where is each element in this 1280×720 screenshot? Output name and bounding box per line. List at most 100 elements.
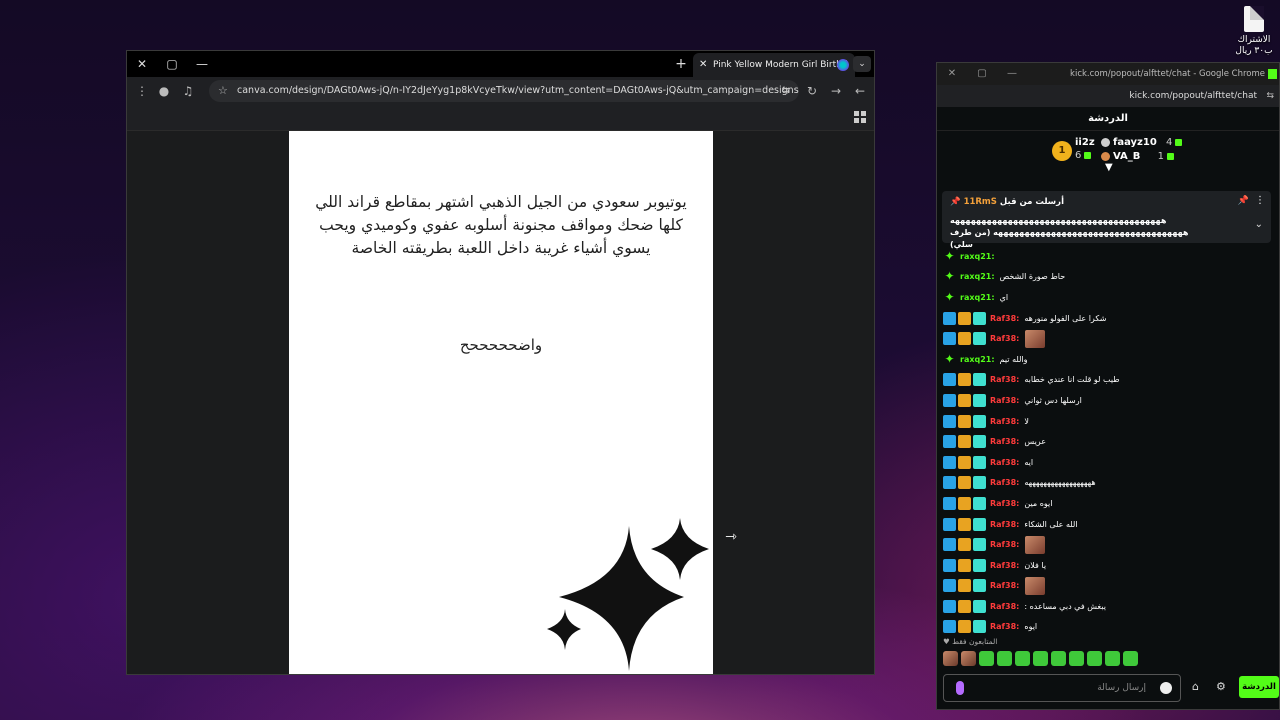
chat-text: ايه	[1024, 457, 1034, 467]
chat-username[interactable]: Raf38:	[990, 622, 1019, 631]
chat-message[interactable]: Raf38: ههههههههههههههههههه	[943, 473, 1273, 494]
tab-search-icon[interactable]: ⌄	[853, 56, 871, 72]
unpin-icon[interactable]: 📌	[1238, 196, 1249, 206]
emote-icon[interactable]	[997, 651, 1012, 666]
back-icon[interactable]: ←	[851, 77, 869, 105]
rank-badge: 1	[1052, 141, 1072, 161]
more-options-icon[interactable]: ⋮	[1255, 195, 1265, 206]
chat-message[interactable]: ✦ raxq21: اي	[943, 287, 1273, 308]
kick-url[interactable]: kick.com/popout/alfttet/chat	[1129, 85, 1257, 107]
emote-icon[interactable]	[1015, 651, 1030, 666]
subscriber-badge-icon	[973, 414, 986, 428]
emote-icon[interactable]	[1105, 651, 1120, 666]
maximize-icon[interactable]: ▢	[157, 51, 187, 77]
collapse-leaderboard-icon[interactable]: ▼	[1105, 162, 1113, 173]
leaderboard-entry[interactable]: ii2z	[1075, 137, 1095, 148]
tab-close-icon[interactable]: ✕	[699, 53, 707, 77]
emoji-picker-icon[interactable]	[1160, 682, 1172, 694]
forward-icon[interactable]: →	[827, 77, 845, 105]
chat-username[interactable]: Raf38:	[990, 458, 1019, 467]
chat-username[interactable]: Raf38:	[990, 396, 1019, 405]
kick-logo-icon	[1268, 69, 1277, 79]
reload-icon[interactable]: ↻	[803, 77, 821, 105]
chat-message[interactable]: ✦ raxq21: حاط صورة الشخص	[943, 267, 1273, 288]
kebab-menu-icon[interactable]: ⋮	[133, 77, 151, 105]
leaderboard-entry[interactable]: faayz10 4	[1101, 137, 1183, 148]
gear-icon[interactable]: ⚙	[1216, 680, 1226, 693]
chat-message[interactable]: Raf38: يا فلان	[943, 555, 1273, 576]
close-window-icon[interactable]: ✕	[127, 51, 157, 77]
chat-message[interactable]: Raf38: طيب لو قلت انا عندي خطابه	[943, 370, 1273, 391]
emote-icon[interactable]	[1123, 651, 1138, 666]
new-tab-icon[interactable]: +	[673, 51, 689, 77]
send-chat-button[interactable]: الدردشة	[1239, 676, 1279, 698]
emote-icon[interactable]	[943, 651, 958, 666]
moderator-badge-icon	[943, 455, 956, 469]
crown-badge-icon	[958, 620, 971, 634]
chat-message[interactable]: Raf38: شكرا على الفولو منورهه	[943, 308, 1273, 329]
chat-username[interactable]: Raf38:	[990, 314, 1019, 323]
emote-icon[interactable]	[961, 651, 976, 666]
chat-username[interactable]: raxq21:	[960, 293, 995, 302]
chat-username[interactable]: Raf38:	[990, 478, 1019, 487]
emote-icon[interactable]	[1051, 651, 1066, 666]
chat-message[interactable]: Raf38:	[943, 328, 1273, 349]
chat-username[interactable]: raxq21:	[960, 272, 995, 281]
chat-username[interactable]: Raf38:	[990, 417, 1019, 426]
desktop-file-icon[interactable]: الاشتراك ب٣٠ ريال	[1228, 6, 1280, 57]
chat-username[interactable]: Raf38:	[990, 540, 1019, 549]
maximize-icon[interactable]: ▢	[967, 63, 997, 85]
site-settings-icon[interactable]: ⇆	[1266, 85, 1274, 107]
chat-message[interactable]: ✦ raxq21:	[943, 246, 1273, 267]
chat-username[interactable]: Raf38:	[990, 520, 1019, 529]
chat-username[interactable]: Raf38:	[990, 499, 1019, 508]
crown-badge-icon	[958, 517, 971, 531]
emote-icon[interactable]	[1087, 651, 1102, 666]
chat-username[interactable]: Raf38:	[990, 375, 1019, 384]
chat-message[interactable]: Raf38: لا	[943, 411, 1273, 432]
chat-username[interactable]: Raf38:	[990, 581, 1019, 590]
chat-message[interactable]: ✦ raxq21: والله تيم	[943, 349, 1273, 370]
chat-message[interactable]: Raf38: يبغش في دبي مساعده :	[943, 596, 1273, 617]
bookmark-star-icon[interactable]: ☆	[218, 80, 228, 102]
subscriber-badge-icon	[973, 579, 986, 593]
chat-message[interactable]: Raf38: ايوه مين	[943, 493, 1273, 514]
gift-icon	[1175, 138, 1183, 146]
chat-username[interactable]: Raf38:	[990, 561, 1019, 570]
chat-message[interactable]: Raf38: الله على الشكاء	[943, 514, 1273, 535]
chat-username[interactable]: Raf38:	[990, 602, 1019, 611]
close-window-icon[interactable]: ✕	[937, 63, 967, 85]
emote-icon[interactable]	[1069, 651, 1084, 666]
design-subtext: واضحححححح	[459, 336, 543, 354]
chat-username[interactable]: Raf38:	[990, 437, 1019, 446]
store-icon[interactable]: ⌂	[1192, 680, 1206, 694]
chat-message[interactable]: Raf38: ايوه	[943, 617, 1273, 636]
followers-only-label: ♥ المتابعون فقط	[943, 637, 998, 646]
chat-username[interactable]: raxq21:	[960, 252, 995, 261]
chat-message[interactable]: Raf38: ايه	[943, 452, 1273, 473]
chevron-down-icon[interactable]: ⌄	[1255, 219, 1263, 230]
grid-view-icon[interactable]	[854, 111, 866, 123]
chat-message[interactable]: Raf38: ارسلها دس ثواني	[943, 390, 1273, 411]
tab-canva[interactable]: ✕ Pink Yellow Modern Girl Birthd	[693, 53, 855, 77]
minimize-icon[interactable]: —	[187, 51, 217, 77]
gift-icon	[1166, 152, 1174, 160]
url-input[interactable]: ☆ canva.com/design/DAGt0Aws-jQ/n-IY2dJeY…	[209, 80, 799, 102]
crown-badge-icon	[958, 414, 971, 428]
emote-icon[interactable]	[1033, 651, 1048, 666]
chat-message[interactable]: Raf38:	[943, 534, 1273, 555]
chat-username[interactable]: raxq21:	[960, 355, 995, 364]
site-settings-icon[interactable]: ⇆	[782, 80, 790, 102]
chat-message[interactable]: Raf38: عريس	[943, 431, 1273, 452]
chat-message[interactable]: Raf38:	[943, 576, 1273, 597]
leaderboard-entry[interactable]: VA_B 1	[1101, 151, 1174, 162]
mic-icon[interactable]	[956, 681, 964, 695]
chat-username[interactable]: Raf38:	[990, 334, 1019, 343]
minimize-icon[interactable]: —	[997, 63, 1027, 85]
emote-icon[interactable]	[979, 651, 994, 666]
chat-text: طيب لو قلت انا عندي خطابه	[1024, 375, 1120, 385]
profile-avatar-icon[interactable]: ●	[155, 77, 173, 105]
chat-message-input[interactable]: إرسال رسالة	[943, 674, 1181, 702]
media-controls-icon[interactable]: ♫	[179, 77, 197, 105]
moderator-badge-icon	[943, 435, 956, 449]
